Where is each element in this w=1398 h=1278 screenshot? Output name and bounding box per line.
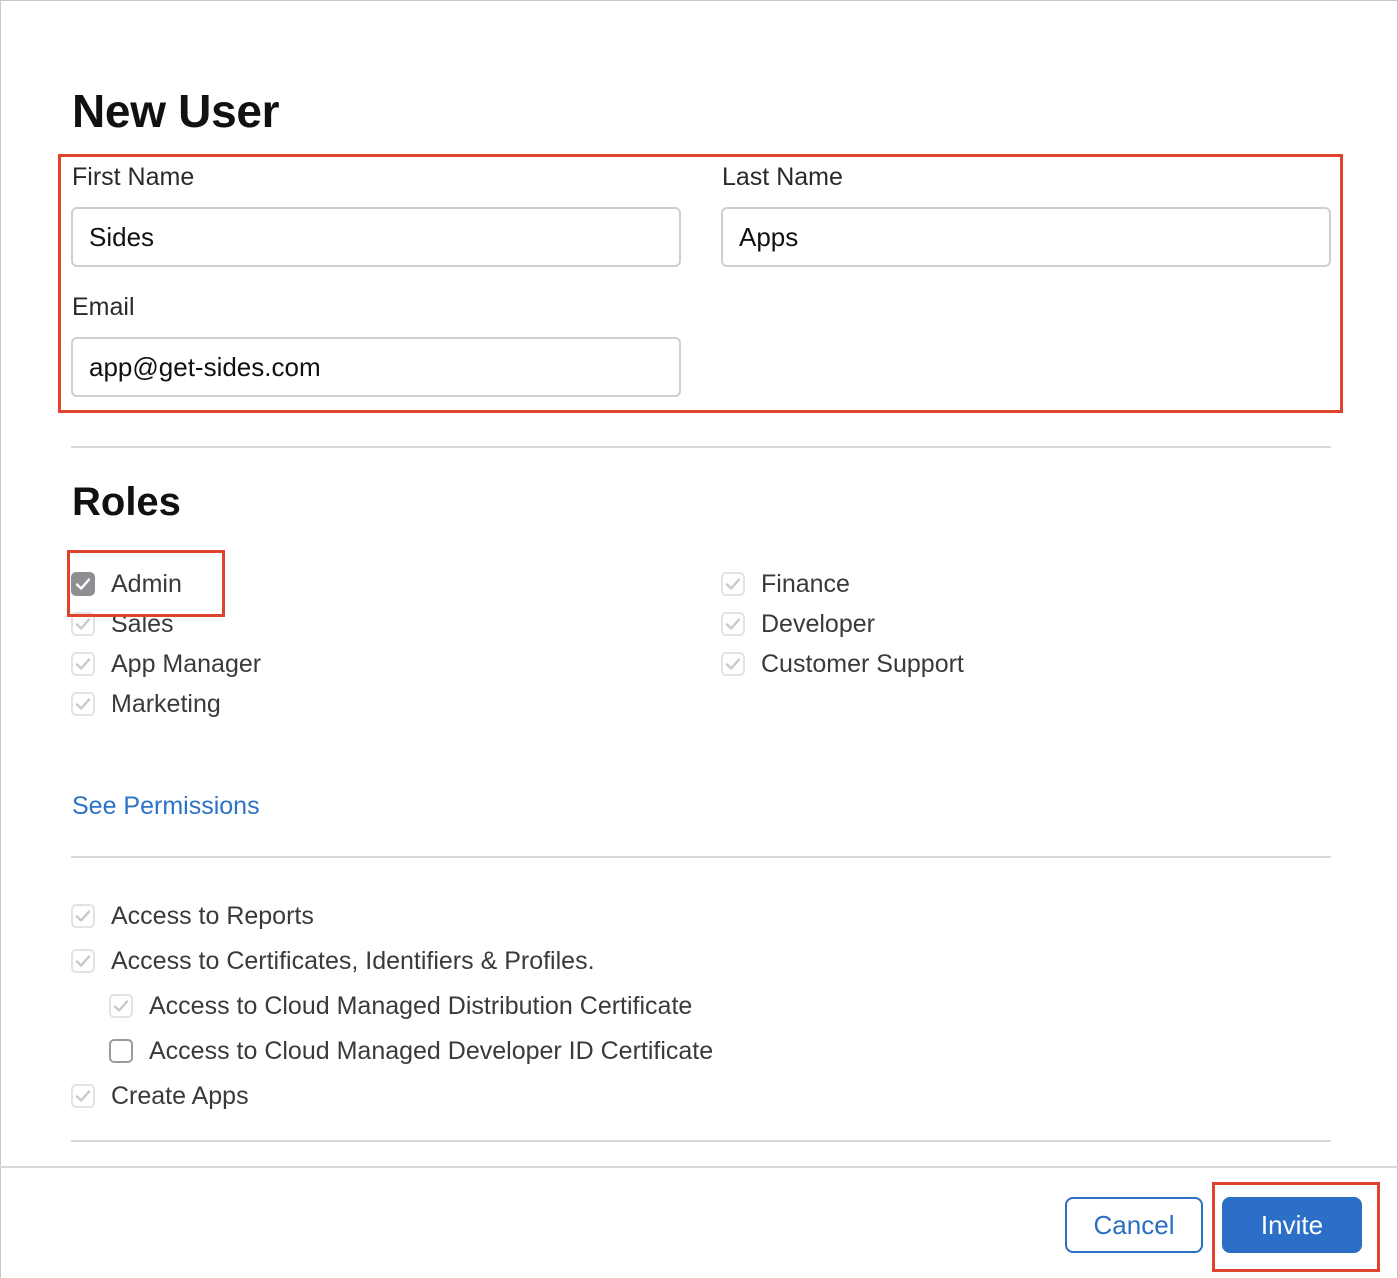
role-label: Customer Support [761, 649, 964, 678]
access-label: Access to Certificates, Identifiers & Pr… [111, 946, 595, 975]
role-label: Admin [111, 569, 182, 598]
role-developer[interactable]: Developer [721, 606, 875, 642]
dialog-title: New User [72, 85, 280, 137]
access-label: Create Apps [111, 1081, 249, 1110]
access-label: Access to Cloud Managed Developer ID Cer… [149, 1036, 714, 1065]
checkbox-checked-icon[interactable] [71, 949, 95, 973]
role-sales[interactable]: Sales [71, 606, 174, 642]
invite-button[interactable]: Invite [1222, 1197, 1362, 1253]
access-create-apps[interactable]: Create Apps [71, 1078, 249, 1114]
role-app-manager[interactable]: App Manager [71, 646, 261, 682]
checkbox-checked-icon[interactable] [71, 652, 95, 676]
checkbox-checked-icon[interactable] [71, 1084, 95, 1108]
checkbox-checked-icon[interactable] [721, 612, 745, 636]
checkbox-checked-icon[interactable] [721, 572, 745, 596]
first-name-label: First Name [72, 163, 195, 191]
checkbox-checked-icon[interactable] [71, 692, 95, 716]
role-label: App Manager [111, 649, 262, 678]
role-label: Finance [761, 569, 850, 598]
role-label: Sales [111, 609, 174, 638]
access-certificates[interactable]: Access to Certificates, Identifiers & Pr… [71, 943, 595, 979]
access-label: Access to Reports [111, 901, 314, 930]
footer-divider [0, 1166, 1398, 1168]
checkbox-checked-icon[interactable] [71, 904, 95, 928]
roles-title: Roles [72, 480, 181, 524]
cancel-button[interactable]: Cancel [1065, 1197, 1203, 1253]
checkbox-checked-icon[interactable] [71, 572, 95, 596]
section-divider [71, 446, 1331, 448]
role-admin[interactable]: Admin [71, 566, 182, 602]
role-finance[interactable]: Finance [721, 566, 850, 602]
last-name-label: Last Name [722, 163, 843, 191]
access-cloud-distribution-cert[interactable]: Access to Cloud Managed Distribution Cer… [109, 988, 692, 1024]
access-cloud-developer-id-cert[interactable]: Access to Cloud Managed Developer ID Cer… [109, 1033, 713, 1069]
email-input[interactable]: app@get-sides.com [71, 337, 681, 397]
role-customer-support[interactable]: Customer Support [721, 646, 964, 682]
see-permissions-link[interactable]: See Permissions [72, 792, 260, 821]
section-divider [71, 1140, 1331, 1142]
section-divider [71, 856, 1331, 858]
checkbox-unchecked-icon[interactable] [109, 1039, 133, 1063]
role-label: Developer [761, 609, 875, 638]
last-name-input[interactable]: Apps [721, 207, 1331, 267]
access-label: Access to Cloud Managed Distribution Cer… [149, 991, 693, 1020]
email-label: Email [72, 293, 135, 321]
first-name-input[interactable]: Sides [71, 207, 681, 267]
checkbox-checked-icon[interactable] [721, 652, 745, 676]
role-label: Marketing [111, 689, 221, 718]
role-marketing[interactable]: Marketing [71, 686, 221, 722]
checkbox-checked-icon[interactable] [109, 994, 133, 1018]
checkbox-checked-icon[interactable] [71, 612, 95, 636]
access-reports[interactable]: Access to Reports [71, 898, 314, 934]
